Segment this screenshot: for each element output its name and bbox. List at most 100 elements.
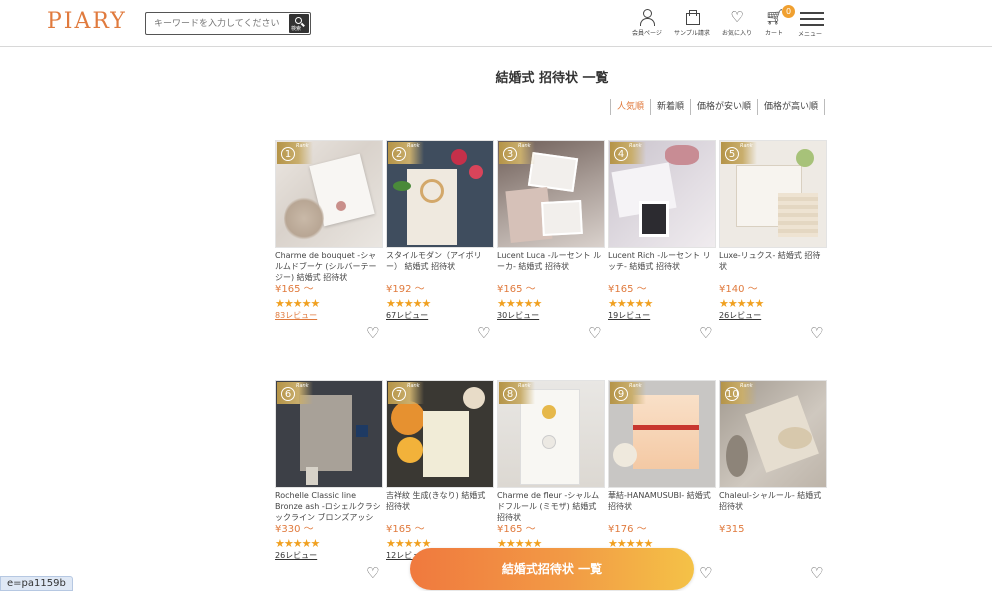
- cart-count-badge: 0: [782, 5, 795, 18]
- product-price: ¥330 〜: [275, 524, 314, 535]
- browser-status-url: e=pa1159b: [0, 576, 73, 591]
- sort-options: 人気順 新着順 価格が安い順 価格が高い順: [610, 99, 826, 115]
- star-rating: ★★★★★: [275, 297, 320, 310]
- page-title: 結婚式 招待状 一覧: [495, 71, 609, 86]
- product-price: ¥192 〜: [386, 284, 425, 295]
- search-input[interactable]: [146, 13, 289, 34]
- rank-badge: 1 Rank: [277, 142, 313, 164]
- product-image[interactable]: 6 Rank: [275, 380, 383, 488]
- product-image[interactable]: 9 Rank: [608, 380, 716, 488]
- favorites-link[interactable]: ♡ お気に入り: [722, 8, 752, 37]
- product-card[interactable]: 2 Rank スタイルモダン（アイボリー） 結婚式 招待状 ¥192 〜 ★★★★…: [386, 140, 494, 321]
- product-name[interactable]: Chaleul-シャルール- 結婚式 招待状: [719, 490, 827, 524]
- product-card[interactable]: 6 Rank Rochelle Classic line Bronze ash -…: [275, 380, 383, 561]
- review-count-link[interactable]: 83レビュー: [275, 310, 383, 321]
- product-name[interactable]: 華結-HANAMUSUBI- 結婚式 招待状: [608, 490, 716, 524]
- product-card[interactable]: 4 Rank Lucent Rich -ルーセント リッチ- 結婚式 招待状 ¥1…: [608, 140, 716, 321]
- product-card[interactable]: 8 Rank Charme de fleur -シャルムドフルール (ミモザ) 結…: [497, 380, 605, 550]
- rank-badge: 7 Rank: [388, 382, 424, 404]
- product-name[interactable]: Lucent Rich -ルーセント リッチ- 結婚式 招待状: [608, 250, 716, 284]
- product-image[interactable]: 7 Rank: [386, 380, 494, 488]
- product-card[interactable]: 3 Rank Lucent Luca -ルーセント ルーカ- 結婚式 招待状 ¥1…: [497, 140, 605, 321]
- star-rating: ★★★★★: [497, 297, 542, 310]
- product-name[interactable]: Rochelle Classic line Bronze ash -ロシェルクラ…: [275, 490, 383, 524]
- rank-badge: 10 Rank: [721, 382, 757, 404]
- star-rating: ★★★★★: [719, 297, 764, 310]
- product-card[interactable]: 5 Rank Luxe-リュクス- 結婚式 招待状 ¥140 〜 ★★★★★ 26…: [719, 140, 827, 321]
- favorite-heart-icon[interactable]: ♡: [477, 326, 490, 341]
- favorite-heart-icon[interactable]: ♡: [699, 566, 712, 581]
- product-image[interactable]: 3 Rank: [497, 140, 605, 248]
- product-name[interactable]: Luxe-リュクス- 結婚式 招待状: [719, 250, 827, 284]
- product-name[interactable]: Charme de fleur -シャルムドフルール (ミモザ) 結婚式 招待状: [497, 490, 605, 524]
- heart-icon: ♡: [730, 8, 744, 26]
- favorite-heart-icon[interactable]: ♡: [366, 566, 379, 581]
- product-price: ¥165 〜: [497, 524, 536, 535]
- product-card[interactable]: 9 Rank 華結-HANAMUSUBI- 結婚式 招待状 ¥176 〜 ★★★★…: [608, 380, 716, 550]
- favorite-heart-icon[interactable]: ♡: [810, 326, 823, 341]
- sample-box-icon: [683, 8, 701, 26]
- product-image[interactable]: 1 Rank: [275, 140, 383, 248]
- sample-request-link[interactable]: サンプル請求: [674, 8, 710, 37]
- cart-icon: 🛒︎: [765, 8, 785, 26]
- rank-badge: 6 Rank: [277, 382, 313, 404]
- favorites-label: お気に入り: [722, 30, 753, 37]
- review-count-link[interactable]: 26レビュー: [719, 310, 827, 321]
- favorite-heart-icon[interactable]: ♡: [366, 326, 379, 341]
- site-logo[interactable]: PIARY: [47, 9, 127, 34]
- product-price: ¥315: [719, 524, 745, 535]
- product-image[interactable]: 5 Rank: [719, 140, 827, 248]
- sample-request-label: サンプル請求: [674, 30, 710, 37]
- sort-newest[interactable]: 新着順: [650, 99, 690, 115]
- review-count-link[interactable]: 19レビュー: [608, 310, 716, 321]
- site-header: PIARY 検索 会員ページ サンプル請求 ♡ お気に入り 🛒︎ カート 0 メ…: [0, 0, 992, 47]
- sort-price-low[interactable]: 価格が安い順: [690, 99, 757, 115]
- rank-badge: 2 Rank: [388, 142, 424, 164]
- product-name[interactable]: スタイルモダン（アイボリー） 結婚式 招待状: [386, 250, 494, 284]
- product-price: ¥165 〜: [608, 284, 647, 295]
- product-image[interactable]: 4 Rank: [608, 140, 716, 248]
- favorite-heart-icon[interactable]: ♡: [588, 326, 601, 341]
- search-box: 検索: [145, 12, 311, 35]
- rank-badge: 3 Rank: [499, 142, 535, 164]
- favorite-heart-icon[interactable]: ♡: [699, 326, 712, 341]
- product-name[interactable]: Charme de bouquet -シャルムドブーケ (シルバーテージー) 結…: [275, 250, 383, 284]
- rank-badge: 9 Rank: [610, 382, 646, 404]
- review-count-link[interactable]: 67レビュー: [386, 310, 494, 321]
- member-page-label: 会員ページ: [632, 30, 662, 37]
- cart-link[interactable]: 🛒︎ カート: [765, 8, 785, 37]
- rank-badge: 8 Rank: [499, 382, 535, 404]
- product-card[interactable]: 10 Rank Chaleul-シャルール- 結婚式 招待状 ¥315: [719, 380, 827, 536]
- product-name[interactable]: Lucent Luca -ルーセント ルーカ- 結婚式 招待状: [497, 250, 605, 284]
- product-name[interactable]: 吉祥紋 生成(きなり) 結婚式 招待状: [386, 490, 494, 524]
- rank-badge: 5 Rank: [721, 142, 757, 164]
- product-image[interactable]: 2 Rank: [386, 140, 494, 248]
- star-rating: ★★★★★: [386, 297, 431, 310]
- hamburger-menu-icon[interactable]: [800, 12, 824, 26]
- sort-price-high[interactable]: 価格が高い順: [757, 99, 826, 115]
- product-price: ¥140 〜: [719, 284, 758, 295]
- sort-popular[interactable]: 人気順: [610, 99, 650, 115]
- product-price: ¥176 〜: [608, 524, 647, 535]
- rank-badge: 4 Rank: [610, 142, 646, 164]
- product-image[interactable]: 10 Rank: [719, 380, 827, 488]
- menu-label: メニュー: [798, 31, 823, 38]
- product-price: ¥165 〜: [497, 284, 536, 295]
- invitation-list-cta-button[interactable]: 結婚式招待状 一覧: [410, 548, 694, 590]
- review-count-link[interactable]: 26レビュー: [275, 550, 383, 561]
- favorite-heart-icon[interactable]: ♡: [810, 566, 823, 581]
- star-rating: ★★★★★: [275, 537, 320, 550]
- member-page-link[interactable]: 会員ページ: [632, 8, 662, 37]
- product-image[interactable]: 8 Rank: [497, 380, 605, 488]
- cart-label: カート: [765, 30, 784, 37]
- product-price: ¥165 〜: [275, 284, 314, 295]
- person-icon: [638, 8, 656, 26]
- product-card[interactable]: 7 Rank 吉祥紋 生成(きなり) 結婚式 招待状 ¥165 〜 ★★★★★ 1…: [386, 380, 494, 561]
- search-icon: [295, 17, 302, 24]
- product-price: ¥165 〜: [386, 524, 425, 535]
- review-count-link[interactable]: 30レビュー: [497, 310, 605, 321]
- search-button-label: 検索: [291, 26, 302, 32]
- star-rating: ★★★★★: [608, 297, 653, 310]
- search-button[interactable]: 検索: [289, 14, 309, 33]
- product-card[interactable]: 1 Rank Charme de bouquet -シャルムドブーケ (シルバーテ…: [275, 140, 383, 321]
